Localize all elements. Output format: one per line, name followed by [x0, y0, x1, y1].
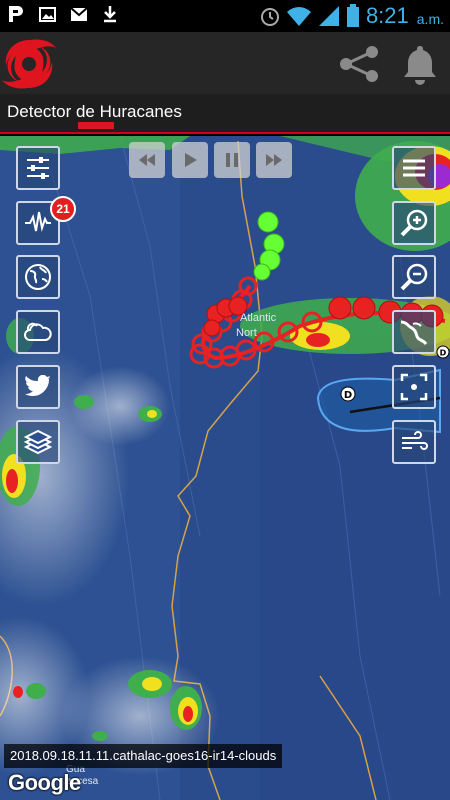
twitter-icon	[25, 375, 51, 397]
battery-icon	[346, 4, 359, 27]
wind-icon	[402, 431, 428, 450]
map-region-icon	[400, 320, 428, 345]
globe-button[interactable]	[16, 255, 60, 299]
map-region-button[interactable]	[392, 310, 436, 354]
zoom-in-icon	[400, 209, 428, 237]
layers-icon	[24, 429, 52, 455]
google-attribution: Google	[8, 770, 81, 795]
play-icon	[185, 153, 197, 167]
zoom-in-button[interactable]	[392, 201, 436, 245]
gmail-icon	[70, 7, 88, 21]
twitter-button[interactable]	[16, 365, 60, 409]
locate-button[interactable]	[392, 365, 436, 409]
tab-title[interactable]: Detector de Huracanes	[7, 102, 182, 122]
layers-button[interactable]	[16, 420, 60, 464]
locate-icon	[400, 373, 428, 401]
fast-forward-button[interactable]	[256, 142, 292, 178]
download-icon	[104, 6, 116, 23]
earthquake-count-badge: 21	[50, 196, 76, 222]
zoom-out-icon	[400, 263, 428, 291]
menu-icon	[403, 159, 425, 177]
storm-marker[interactable]: D	[340, 386, 356, 402]
app-bar	[0, 32, 450, 94]
pause-icon	[226, 153, 238, 167]
settings-sliders-icon	[27, 157, 49, 179]
map-canvas	[0, 136, 450, 800]
status-bar: 8:21 a.m.	[0, 0, 450, 32]
weather-map[interactable]: D D Atlantic Nort Gua ancesa 21 2018.09.…	[0, 136, 450, 800]
menu-button[interactable]	[392, 146, 436, 190]
place-label: Nort	[236, 327, 257, 339]
rewind-button[interactable]	[129, 142, 165, 178]
clock-ampm: a.m.	[416, 10, 444, 27]
tab-strip: Detector de Huracanes	[0, 94, 450, 134]
storm-marker-label: D	[344, 390, 352, 401]
pause-button[interactable]	[214, 142, 250, 178]
rewind-icon	[139, 154, 155, 166]
zoom-out-button[interactable]	[392, 255, 436, 299]
alarm-icon	[260, 8, 279, 26]
share-icon[interactable]	[336, 44, 384, 84]
weather-button[interactable]	[16, 310, 60, 354]
image-icon	[39, 7, 56, 22]
storm-marker-label: D	[440, 349, 447, 358]
cell-signal-icon	[318, 6, 339, 26]
bell-icon[interactable]	[398, 42, 442, 86]
clock-time: 8:21	[365, 3, 409, 28]
tab-indicator	[78, 122, 114, 129]
parking-icon	[9, 6, 23, 22]
hurricane-logo-icon[interactable]	[0, 36, 58, 92]
globe-icon	[25, 264, 51, 290]
storm-marker[interactable]: D	[436, 345, 450, 359]
wifi-icon	[286, 7, 311, 26]
weather-cloud-icon	[24, 322, 52, 341]
place-label: Atlantic	[240, 312, 277, 324]
play-button[interactable]	[172, 142, 208, 178]
earthquake-wave-icon	[25, 211, 51, 232]
fast-forward-icon	[266, 154, 282, 166]
imagery-caption: 2018.09.18.11.11.cathalac-goes16-ir14-cl…	[4, 744, 283, 768]
wind-button[interactable]	[392, 420, 436, 464]
settings-button[interactable]	[16, 146, 60, 190]
